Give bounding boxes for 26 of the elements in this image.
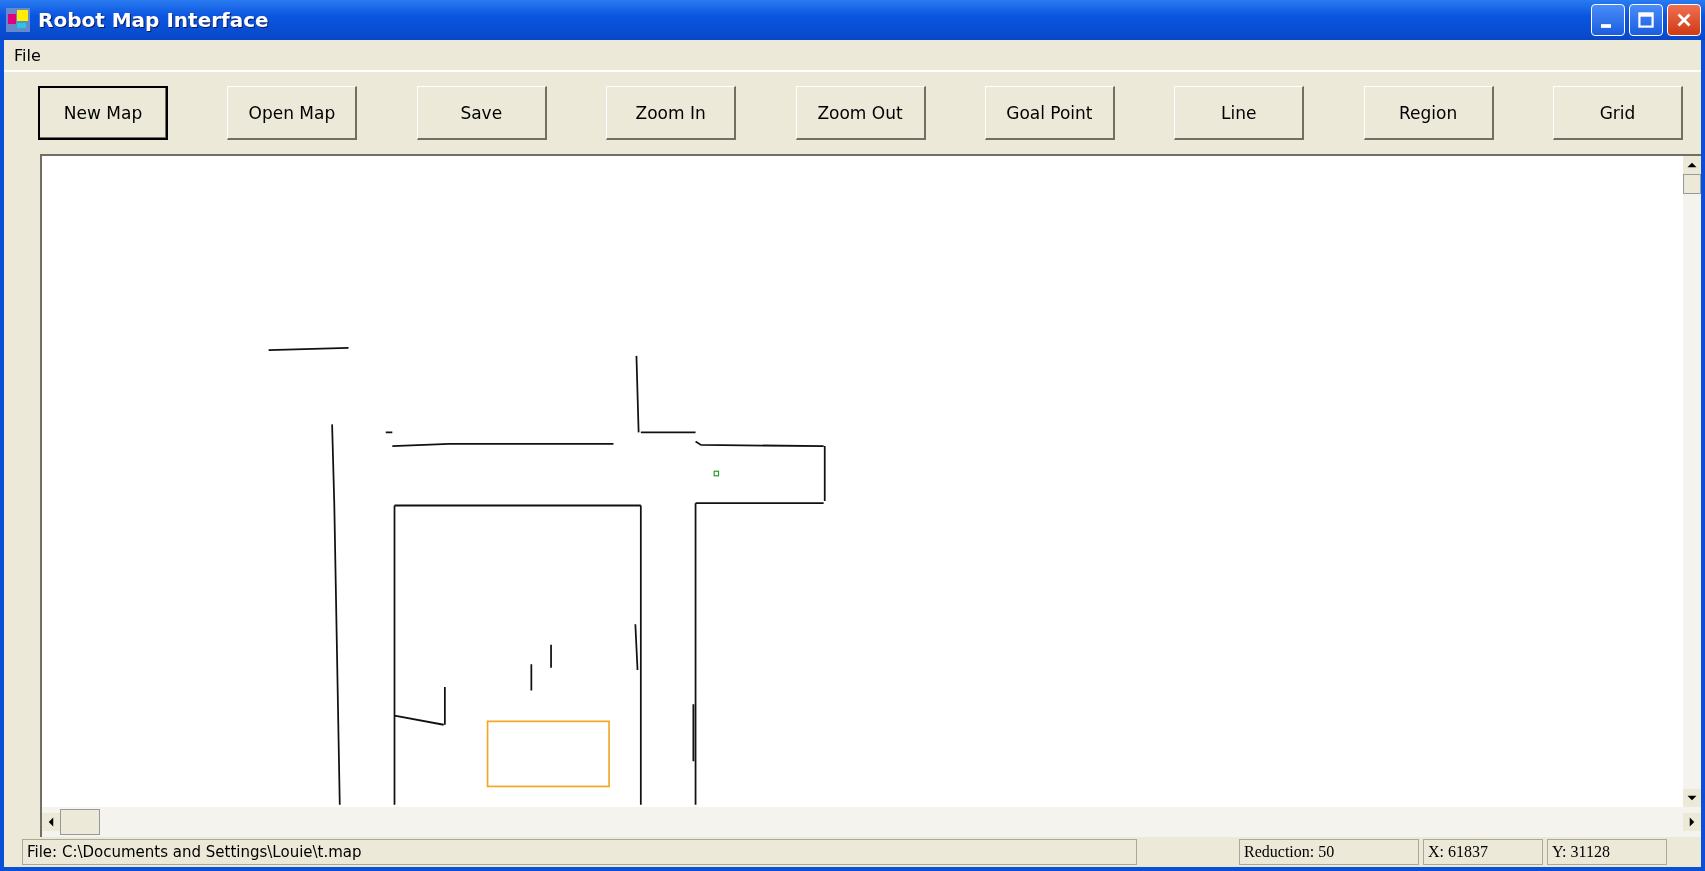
app-icon	[6, 8, 30, 32]
scroll-thumb[interactable]	[1683, 174, 1701, 194]
toolbar-button[interactable]: Open Map	[227, 86, 358, 140]
toolbar-button[interactable]: Grid	[1553, 86, 1683, 140]
toolbar-button[interactable]: Zoom Out	[795, 86, 926, 140]
scroll-thumb[interactable]	[60, 809, 100, 835]
toolbar-button[interactable]: New Map	[38, 86, 168, 140]
x-coordinate-status: X: 61837	[1423, 839, 1543, 865]
maximize-button[interactable]	[1629, 4, 1663, 36]
minimize-icon	[1601, 24, 1611, 28]
toolbar-button[interactable]: Line	[1174, 86, 1305, 140]
y-coordinate-status: Y: 31128	[1547, 839, 1667, 865]
vertical-scrollbar[interactable]	[1683, 156, 1701, 807]
goal-point-marker	[713, 470, 720, 477]
minimize-button[interactable]	[1591, 4, 1625, 36]
horizontal-scrollbar[interactable]	[42, 807, 1701, 837]
reduction-status: Reduction: 50	[1239, 839, 1419, 865]
menu-item[interactable]: File	[8, 43, 47, 67]
toolbar-button[interactable]: Zoom In	[606, 86, 737, 140]
file-path-status: File: C:\Documents and Settings\Louie\t.map	[22, 839, 1137, 865]
maximize-icon	[1635, 9, 1657, 31]
close-button[interactable]	[1667, 4, 1701, 36]
toolbar-button[interactable]: Region	[1363, 86, 1494, 140]
window-title: Robot Map Interface	[38, 8, 270, 32]
toolbar-button[interactable]: Goal Point	[984, 86, 1115, 140]
toolbar-button[interactable]: Save	[416, 86, 547, 140]
